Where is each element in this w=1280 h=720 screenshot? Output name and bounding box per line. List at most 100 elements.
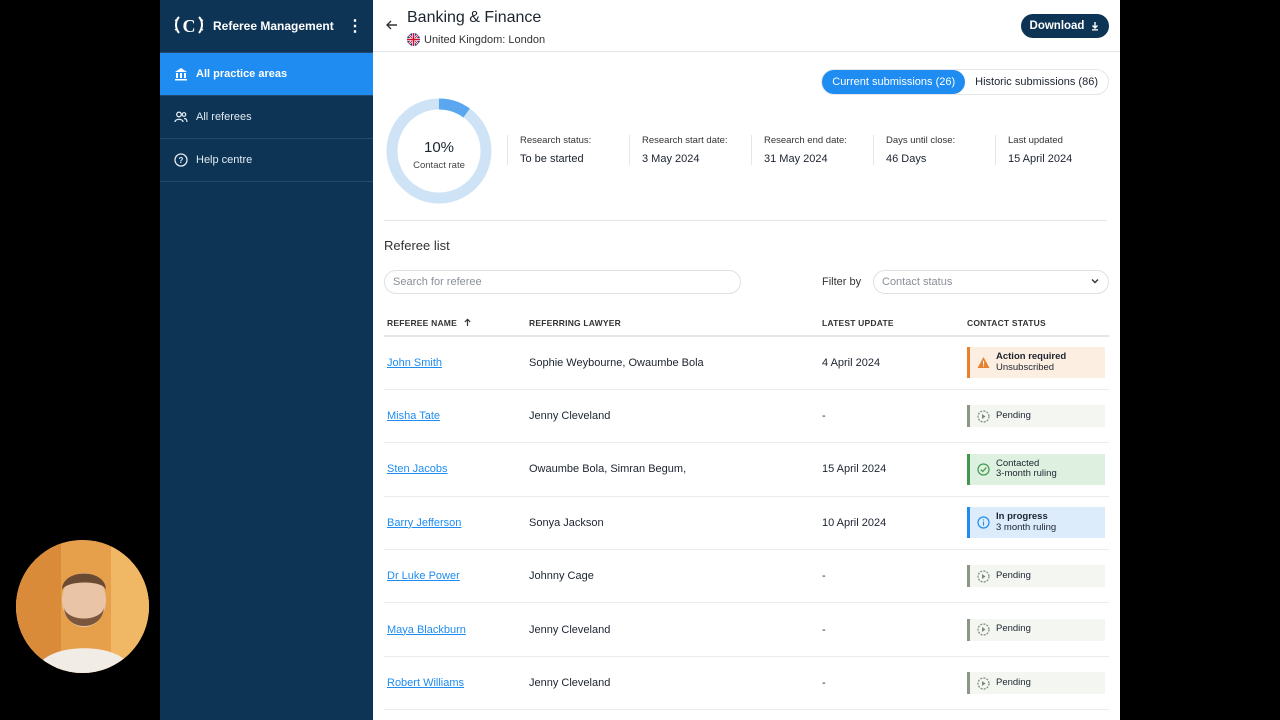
app-window: C Referee Management ⋮ All practice area… [160, 0, 1120, 720]
sidebar: C Referee Management ⋮ All practice area… [160, 0, 373, 720]
contact-rate-value: 10% [423, 139, 455, 156]
sidebar-item-label: All referees [196, 111, 252, 123]
referee-name-link[interactable]: Sten Jacobs [387, 463, 448, 475]
presenter-webcam [16, 540, 149, 673]
status-badge: In progress 3 month ruling [967, 507, 1105, 539]
referee-list-title: Referee list [384, 238, 450, 253]
status-badge: Pending [967, 618, 1105, 641]
referee-table: REFEREE NAME REFERRING LAWYER LATEST UPD… [384, 310, 1109, 711]
referring-lawyer: Jenny Cleveland [526, 389, 819, 444]
stat-value: 31 May 2024 [764, 153, 828, 165]
status-label: Pending [996, 569, 1031, 581]
sidebar-item-label: Help centre [196, 154, 253, 166]
referring-lawyer: Sonya Jackson [526, 496, 819, 551]
info-icon [977, 516, 990, 529]
referee-name-link[interactable]: Misha Tate [387, 410, 440, 422]
referring-lawyer: Jenny Cleveland [526, 602, 819, 657]
logo-icon: C [172, 9, 206, 43]
sort-ascending-icon[interactable] [460, 317, 472, 328]
table-row: Misha Tate Jenny Cleveland - Pending [384, 389, 1109, 444]
column-header-referee-name[interactable]: REFEREE NAME [384, 310, 526, 337]
download-label: Download [1029, 20, 1085, 32]
table-row: Maya Blackburn Jenny Cleveland - Pending [384, 602, 1109, 657]
download-icon [1090, 21, 1100, 31]
pending-clock-icon [977, 623, 990, 636]
table-header-row: REFEREE NAME REFERRING LAWYER LATEST UPD… [384, 310, 1109, 337]
search-input[interactable] [384, 270, 741, 294]
pending-clock-icon [977, 409, 990, 423]
tab-current-submissions[interactable]: Current submissions (26) [822, 70, 966, 94]
stat-label: Research start date: [642, 135, 728, 146]
location-label: United Kingdom: London [424, 33, 546, 46]
sidebar-item-all-referees[interactable]: All referees [160, 96, 373, 139]
tab-historic-submissions[interactable]: Historic submissions (86) [965, 70, 1108, 94]
sidebar-item-all-practice-areas[interactable]: All practice areas [160, 53, 373, 96]
latest-update: 4 April 2024 [819, 336, 964, 390]
column-header-contact-status: CONTACT STATUS [964, 310, 1109, 337]
stat-label: Days until close: [886, 135, 956, 146]
sidebar-item-help-centre[interactable]: ? Help centre [160, 139, 373, 182]
stat-value: 15 April 2024 [1008, 153, 1073, 165]
latest-update: - [819, 656, 964, 711]
stat-days-until-close: Days until close: 46 Days [873, 135, 995, 165]
stat-research-status: Research status: To be started [507, 135, 629, 165]
status-sublabel: 3-month ruling [996, 468, 1057, 480]
status-badge: Pending [967, 672, 1105, 695]
filter-value: Contact status [882, 276, 953, 288]
status-label: Pending [996, 409, 1031, 421]
table-row: Barry Jefferson Sonya Jackson 10 April 2… [384, 496, 1109, 551]
download-button[interactable]: Download [1021, 14, 1109, 38]
location: United Kingdom: London [407, 33, 545, 46]
stat-value: 46 Days [886, 153, 927, 165]
chevron-down-icon [1090, 273, 1100, 291]
pending-clock-icon [977, 570, 990, 583]
stat-value: To be started [520, 153, 584, 165]
referee-name-link[interactable]: John Smith [387, 357, 442, 369]
stat-last-updated: Last updated 15 April 2024 [995, 135, 1117, 165]
table-row: Sten Jacobs Owaumbe Bola, Simran Begum, … [384, 442, 1109, 497]
status-badge: Pending [967, 565, 1105, 588]
column-header-latest-update: LATEST UPDATE [819, 310, 964, 337]
table-row: John Smith Sophie Weybourne, Owaumbe Bol… [384, 336, 1109, 390]
column-label: REFEREE NAME [387, 317, 457, 328]
stat-label: Last updated [1008, 135, 1063, 146]
main-content: Banking & Finance United Kingdom: London… [373, 0, 1120, 720]
pending-clock-icon [977, 676, 990, 690]
svg-text:?: ? [179, 156, 184, 165]
referee-name-link[interactable]: Robert Williams [387, 677, 464, 689]
latest-update: - [819, 389, 964, 444]
sidebar-header: C Referee Management ⋮ [160, 0, 373, 53]
svg-text:C: C [183, 16, 196, 36]
warning-icon [977, 356, 990, 369]
stat-research-start-date: Research start date: 3 May 2024 [629, 135, 751, 165]
contact-status-filter[interactable]: Contact status [873, 270, 1109, 294]
filter-label: Filter by [822, 276, 862, 288]
contact-rate-label: Contact rate [413, 160, 465, 171]
referring-lawyer: Johnny Cage [526, 549, 819, 604]
status-label: Pending [996, 623, 1031, 635]
stat-label: Research end date: [764, 135, 847, 146]
table-row: Robert Williams Jenny Cleveland - Pendin… [384, 656, 1109, 711]
back-arrow-icon[interactable] [385, 18, 399, 32]
column-header-referring-lawyer: REFERRING LAWYER [526, 310, 819, 337]
page-header: Banking & Finance United Kingdom: London… [373, 0, 1120, 52]
status-badge: Action required Unsubscribed [967, 347, 1105, 379]
referee-name-link[interactable]: Barry Jefferson [387, 517, 461, 529]
referee-name-link[interactable]: Maya Blackburn [387, 624, 466, 636]
referring-lawyer: Owaumbe Bola, Simran Begum, [526, 442, 819, 497]
stat-value: 3 May 2024 [642, 153, 700, 165]
uk-flag-icon [407, 33, 420, 46]
referee-name-link[interactable]: Dr Luke Power [387, 570, 460, 582]
latest-update: 10 April 2024 [819, 496, 964, 551]
status-sublabel: Unsubscribed [996, 361, 1055, 373]
submission-tabs: Current submissions (26) Historic submis… [821, 69, 1109, 95]
more-menu-icon[interactable]: ⋮ [347, 16, 363, 36]
bank-icon [174, 67, 188, 81]
status-label: Pending [996, 676, 1031, 688]
stat-research-end-date: Research end date: 31 May 2024 [751, 135, 873, 165]
check-circle-icon [977, 463, 990, 476]
status-badge: Pending [967, 405, 1105, 428]
stat-label: Research status: [520, 135, 592, 146]
latest-update: 15 April 2024 [819, 442, 964, 497]
referring-lawyer: Sophie Weybourne, Owaumbe Bola [526, 336, 819, 390]
